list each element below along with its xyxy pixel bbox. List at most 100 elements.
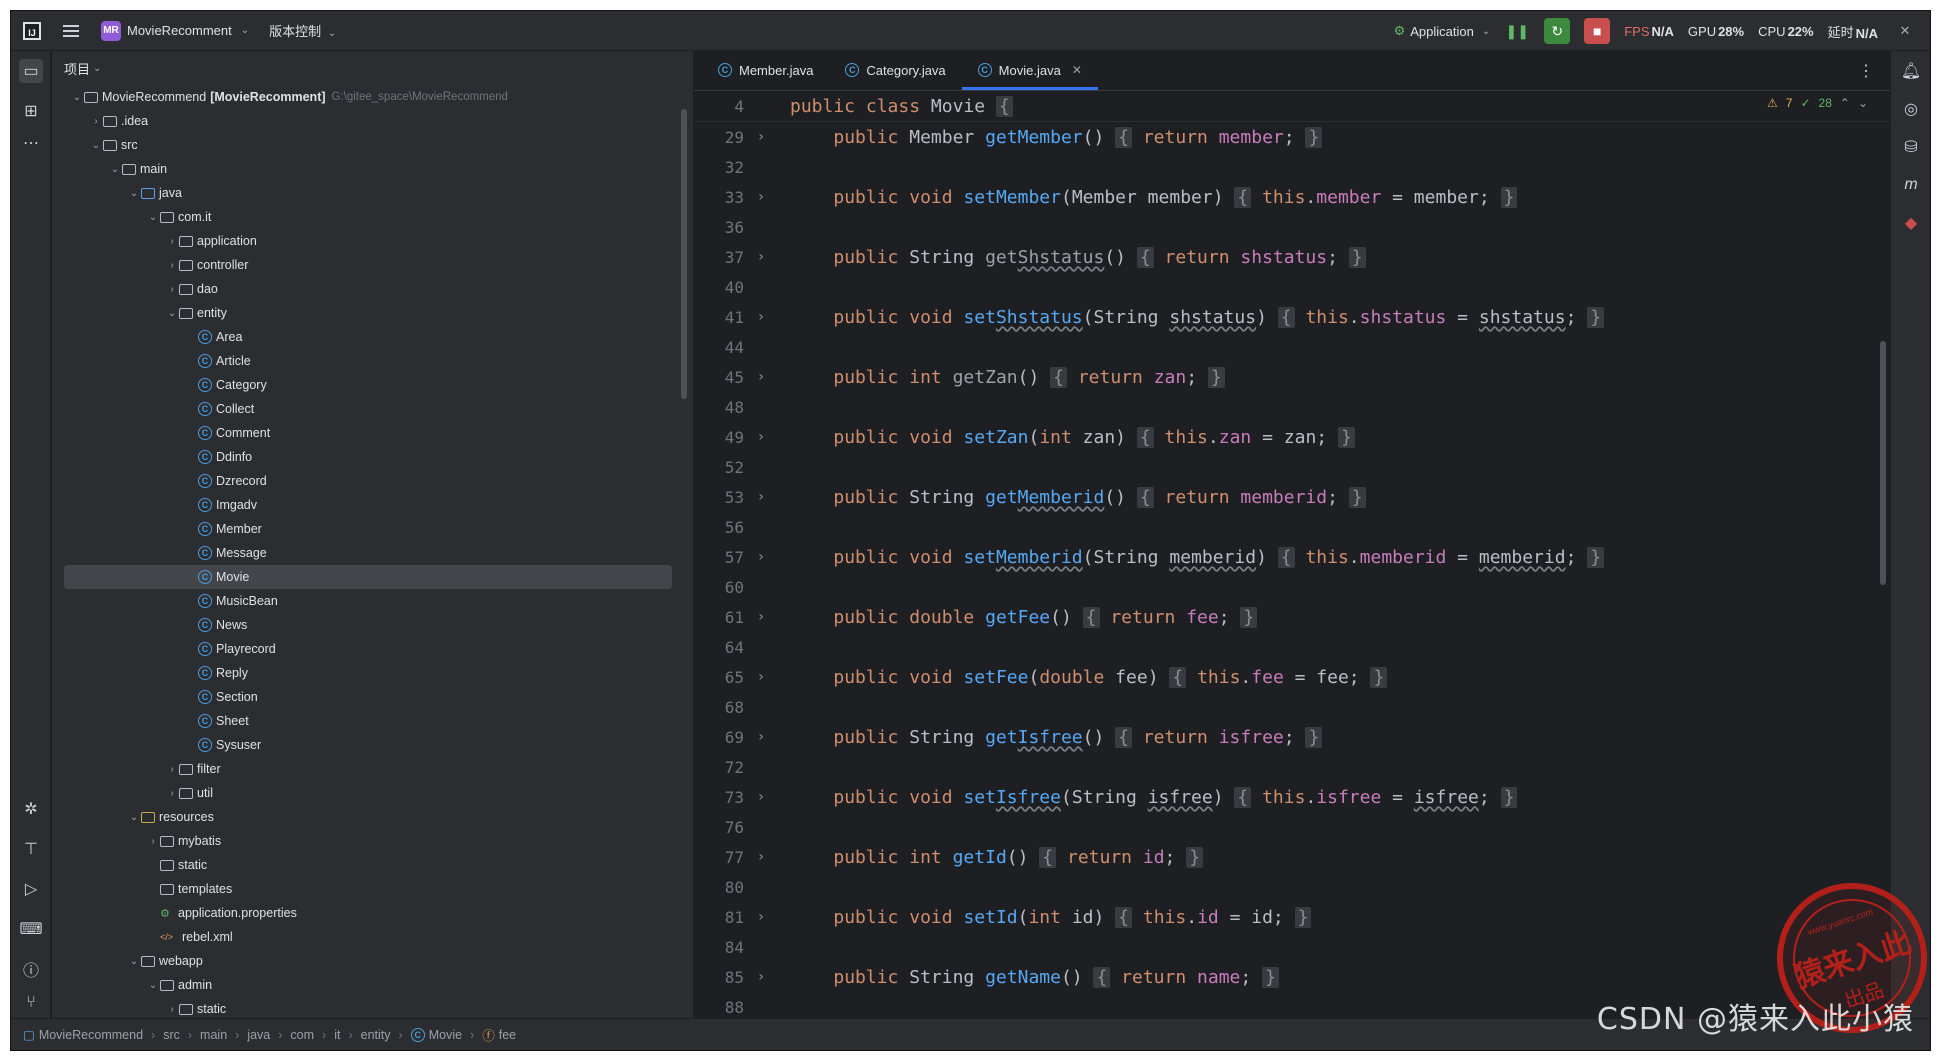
code-line[interactable]: 45 › public int getZan() { return zan; } (694, 362, 1890, 392)
tree-item[interactable]: C MusicBean (52, 589, 672, 613)
fold-chevron-icon[interactable]: › (744, 189, 778, 205)
chevron-right-icon[interactable]: › (146, 836, 160, 847)
code-line[interactable]: 69 › public String getIsfree() { return i… (694, 722, 1890, 752)
fold-chevron-icon[interactable]: › (744, 729, 778, 745)
tree-item[interactable]: C News (52, 613, 672, 637)
code-line[interactable]: 84 (694, 932, 1890, 962)
close-icon[interactable]: ✕ (1892, 18, 1918, 44)
chevron-right-icon[interactable]: › (165, 1004, 179, 1015)
chevron-right-icon[interactable]: › (165, 764, 179, 775)
tree-item[interactable]: › dao (52, 277, 672, 301)
tree-item[interactable]: › application (52, 229, 672, 253)
maven-icon[interactable]: m (1899, 173, 1923, 197)
breadcrumb-item[interactable]: entity (361, 1028, 391, 1042)
tree-item[interactable]: C Sheet (52, 709, 672, 733)
git-icon[interactable]: ⑂ (19, 991, 43, 1015)
code-line[interactable]: 72 (694, 752, 1890, 782)
tree-item[interactable]: C Comment (52, 421, 672, 445)
tree-item[interactable]: ⌄ resources (52, 805, 672, 829)
tree-item[interactable]: C Imgadv (52, 493, 672, 517)
chevron-down-icon[interactable]: ⌄ (127, 956, 141, 967)
code-view[interactable]: 4 public class Movie { ⚠ 7 ✓ 28 ⌃ ⌄ 29 › … (694, 92, 1890, 1019)
tree-item[interactable]: › mybatis (52, 829, 672, 853)
code-line[interactable]: 85 › public String getName() { return nam… (694, 962, 1890, 992)
fold-chevron-icon[interactable]: › (744, 549, 778, 565)
run-config-selector[interactable]: ⚙ Application ⌄ (1394, 23, 1491, 39)
pause-icon[interactable]: ❚❚ (1504, 18, 1530, 44)
code-line[interactable]: 36 (694, 212, 1890, 242)
code-line[interactable]: 68 (694, 692, 1890, 722)
chevron-right-icon[interactable]: › (165, 788, 179, 799)
chevron-down-icon[interactable]: ⌄ (70, 92, 84, 103)
tree-item[interactable]: C Message (52, 541, 672, 565)
project-panel-header[interactable]: 项目 ⌄ (52, 51, 693, 85)
fold-chevron-icon[interactable]: › (744, 249, 778, 265)
code-line[interactable]: 64 (694, 632, 1890, 662)
tree-item[interactable]: templates (52, 877, 672, 901)
tree-item[interactable]: ⌄ src (52, 133, 672, 157)
tree-item[interactable]: C Article (52, 349, 672, 373)
tree-item[interactable]: ⚙ application.properties (52, 901, 672, 925)
fold-chevron-icon[interactable]: › (744, 969, 778, 985)
tree-item[interactable]: C Dzrecord (52, 469, 672, 493)
rerun-button[interactable]: ↻ (1544, 18, 1571, 44)
tree-item[interactable]: ⌄ main (52, 157, 672, 181)
stop-button[interactable]: ■ (1584, 18, 1611, 44)
chevron-down-icon[interactable]: ⌄ (127, 812, 141, 823)
tree-item[interactable]: ⌄ entity (52, 301, 672, 325)
code-line[interactable]: 44 (694, 332, 1890, 362)
code-line[interactable]: 37 › public String getShstatus() { return… (694, 242, 1890, 272)
tree-item[interactable]: </> rebel.xml (52, 925, 672, 949)
tree-item[interactable]: › controller (52, 253, 672, 277)
tree-item[interactable]: ⌄ MovieRecommend [MovieRecomment] G:\gitee_… (52, 85, 672, 109)
breadcrumb-item[interactable]: java (247, 1028, 270, 1042)
close-tab-icon[interactable]: ✕ (1072, 63, 1082, 77)
code-line[interactable]: 48 (694, 392, 1890, 422)
breadcrumb-item[interactable]: src (163, 1028, 180, 1042)
tabs-more-icon[interactable]: ⋮ (1858, 61, 1874, 81)
code-line[interactable]: 40 (694, 272, 1890, 302)
fold-chevron-icon[interactable]: › (744, 369, 778, 385)
code-line[interactable]: 57 › public void setMemberid(String membe… (694, 542, 1890, 572)
chevron-up-icon[interactable]: ⌃ (1840, 96, 1850, 110)
plugin-icon[interactable]: ◆ (1899, 211, 1923, 235)
chevron-right-icon[interactable]: › (165, 260, 179, 271)
code-line[interactable]: 56 (694, 512, 1890, 542)
breadcrumb-item[interactable]: com (290, 1028, 314, 1042)
tree-item[interactable]: C Playrecord (52, 637, 672, 661)
project-scrollbar[interactable] (681, 109, 687, 399)
chevron-down-icon[interactable]: ⌄ (108, 164, 122, 175)
tree-item[interactable]: static (52, 853, 672, 877)
tree-item[interactable]: › .idea (52, 109, 672, 133)
project-switcher[interactable]: MR MovieRecomment ⌄ (101, 20, 249, 41)
chevron-right-icon[interactable]: › (89, 116, 103, 127)
fold-chevron-icon[interactable]: › (744, 309, 778, 325)
chevron-down-icon[interactable]: ⌄ (127, 188, 141, 199)
tree-item[interactable]: C Sysuser (52, 733, 672, 757)
tree-item[interactable]: ⌄ webapp (52, 949, 672, 973)
code-line[interactable]: 81 › public void setId(int id) { this.id … (694, 902, 1890, 932)
code-line[interactable]: 76 (694, 812, 1890, 842)
fold-chevron-icon[interactable]: › (744, 489, 778, 505)
tree-item[interactable]: ⌄ com.it (52, 205, 672, 229)
tree-item[interactable]: C Category (52, 373, 672, 397)
chevron-down-icon[interactable]: ⌄ (89, 140, 103, 151)
tree-item[interactable]: C Ddinfo (52, 445, 672, 469)
tree-item[interactable]: C Movie (64, 565, 672, 589)
vcs-menu[interactable]: 版本控制 ⌄ (269, 21, 336, 40)
database-icon[interactable]: ⛁ (1899, 135, 1923, 159)
chevron-right-icon[interactable]: › (165, 236, 179, 247)
breadcrumb-item[interactable]: main (200, 1028, 227, 1042)
code-line[interactable]: 60 (694, 572, 1890, 602)
tree-item[interactable]: C Collect (52, 397, 672, 421)
code-line[interactable]: 29 › public Member getMember() { return m… (694, 122, 1890, 152)
code-line[interactable]: 77 › public int getId() { return id; } (694, 842, 1890, 872)
main-menu-icon[interactable] (63, 24, 79, 37)
fold-chevron-icon[interactable]: › (744, 129, 778, 145)
breadcrumb-item[interactable]: C Movie (410, 1027, 462, 1042)
code-line[interactable]: 49 › public void setZan(int zan) { this.z… (694, 422, 1890, 452)
debug-icon[interactable]: ✲ (19, 797, 43, 821)
notifications-icon[interactable]: 🔔︎ (1899, 59, 1923, 83)
chevron-right-icon[interactable]: › (165, 284, 179, 295)
tree-item[interactable]: › filter (52, 757, 672, 781)
